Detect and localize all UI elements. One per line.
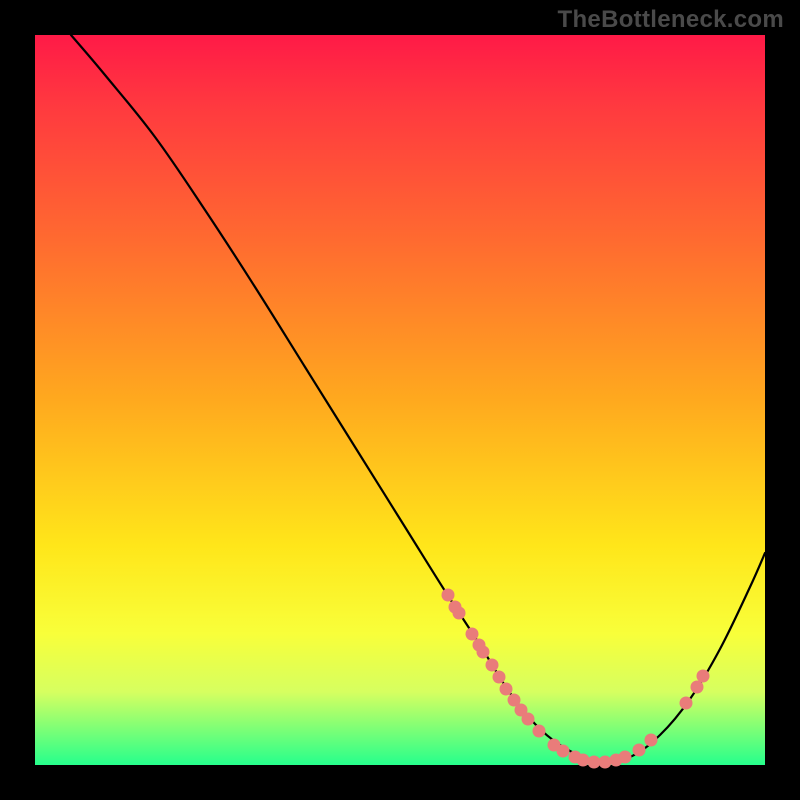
scatter-dot (599, 756, 612, 769)
scatter-dot (691, 681, 704, 694)
scatter-dots (442, 589, 710, 769)
bottleneck-curve (71, 35, 765, 762)
chart-svg (35, 35, 765, 765)
scatter-dot (486, 659, 499, 672)
scatter-dot (697, 670, 710, 683)
watermark-label: TheBottleneck.com (558, 6, 784, 34)
scatter-dot (633, 744, 646, 757)
chart-area (35, 35, 765, 765)
scatter-dot (442, 589, 455, 602)
scatter-dot (453, 607, 466, 620)
scatter-dot (477, 646, 490, 659)
scatter-dot (577, 754, 590, 767)
scatter-dot (466, 628, 479, 641)
scatter-dot (493, 671, 506, 684)
scatter-dot (533, 725, 546, 738)
scatter-dot (500, 683, 513, 696)
scatter-dot (680, 697, 693, 710)
scatter-dot (557, 745, 570, 758)
scatter-dot (619, 751, 632, 764)
scatter-dot (645, 734, 658, 747)
scatter-dot (522, 713, 535, 726)
